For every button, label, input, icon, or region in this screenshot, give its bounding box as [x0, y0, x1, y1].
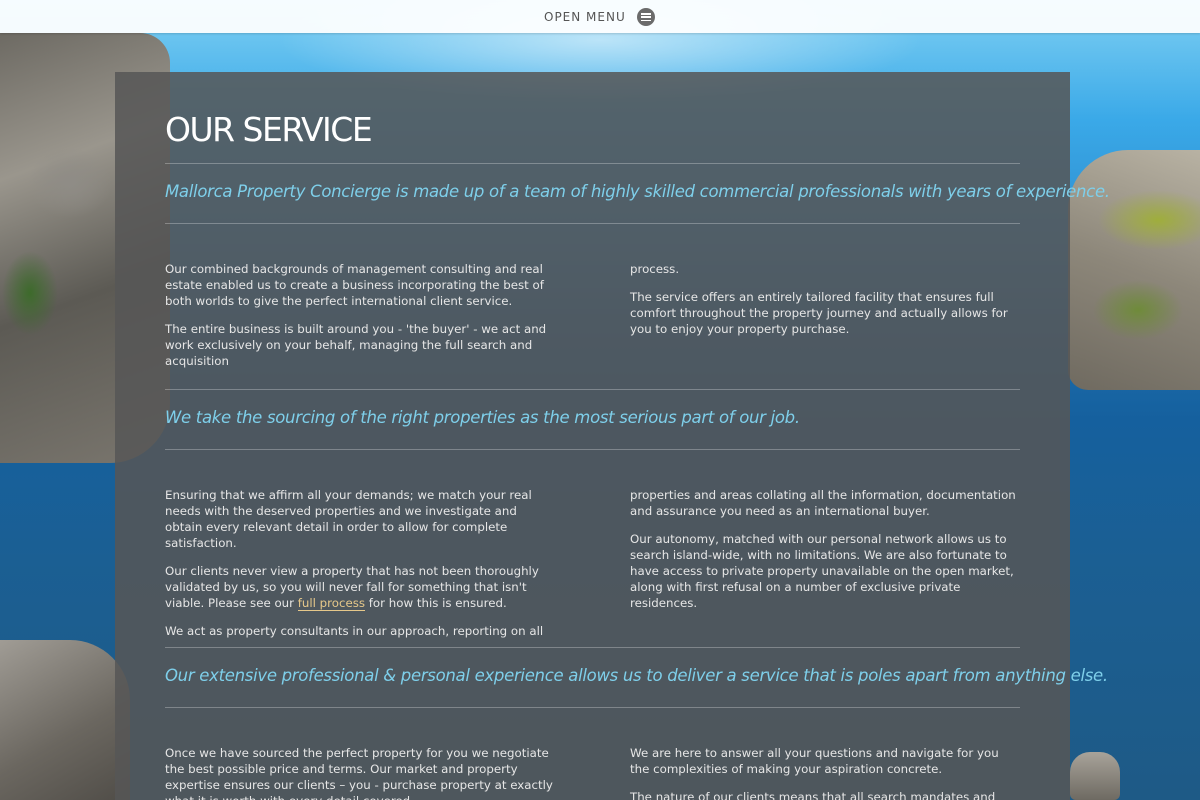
- paragraph: Our autonomy, matched with our personal …: [630, 532, 1014, 610]
- paragraph-text: for how this is ensured.: [365, 596, 507, 610]
- open-menu-label: OPEN MENU: [544, 10, 626, 24]
- rock-left-image: [0, 640, 130, 800]
- paragraph: properties and areas collating all the i…: [630, 488, 1016, 518]
- paragraph: process.: [630, 262, 680, 276]
- section-left-column: Our combined backgrounds of management c…: [165, 261, 555, 381]
- open-menu-button[interactable]: OPEN MENU: [544, 7, 655, 27]
- divider: [165, 449, 1020, 450]
- paragraph-with-link: Our clients never view a property that h…: [165, 563, 555, 611]
- page-title: OUR SERVICE: [165, 110, 373, 149]
- section-right-column: properties and areas collating all the i…: [630, 487, 1020, 623]
- paragraph: Our combined backgrounds of management c…: [165, 262, 544, 308]
- section-tagline: Mallorca Property Concierge is made up o…: [165, 182, 1110, 201]
- paragraph: The service offers an entirely tailored …: [630, 290, 1008, 336]
- paragraph: We act as property consultants in our ap…: [165, 624, 544, 638]
- section-tagline: We take the sourcing of the right proper…: [165, 408, 800, 427]
- hamburger-menu-icon[interactable]: [636, 8, 655, 26]
- divider: [165, 163, 1020, 164]
- divider: [165, 389, 1020, 390]
- section-right-column: process. The service offers an entirely …: [630, 261, 1020, 349]
- top-bar: OPEN MENU: [0, 0, 1200, 33]
- section-tagline: Our extensive professional & personal ex…: [165, 666, 1108, 685]
- divider: [165, 707, 1020, 708]
- section-right-column: We are here to answer all your questions…: [630, 745, 1020, 800]
- divider: [165, 647, 1020, 648]
- section-left-column: Ensuring that we affirm all your demands…: [165, 487, 555, 651]
- full-process-link[interactable]: full process: [297, 596, 366, 611]
- paragraph: The nature of our clients means that all…: [630, 790, 996, 800]
- paragraph: The entire business is built around you …: [165, 322, 547, 368]
- divider: [165, 223, 1020, 224]
- rock-right-image: [1070, 752, 1120, 800]
- paragraph: Ensuring that we affirm all your demands…: [165, 488, 532, 550]
- paragraph: We are here to answer all your questions…: [630, 746, 999, 776]
- paragraph: Once we have sourced the perfect propert…: [165, 746, 553, 800]
- content-panel: OUR SERVICE Mallorca Property Concierge …: [115, 72, 1110, 800]
- section-left-column: Once we have sourced the perfect propert…: [165, 745, 555, 800]
